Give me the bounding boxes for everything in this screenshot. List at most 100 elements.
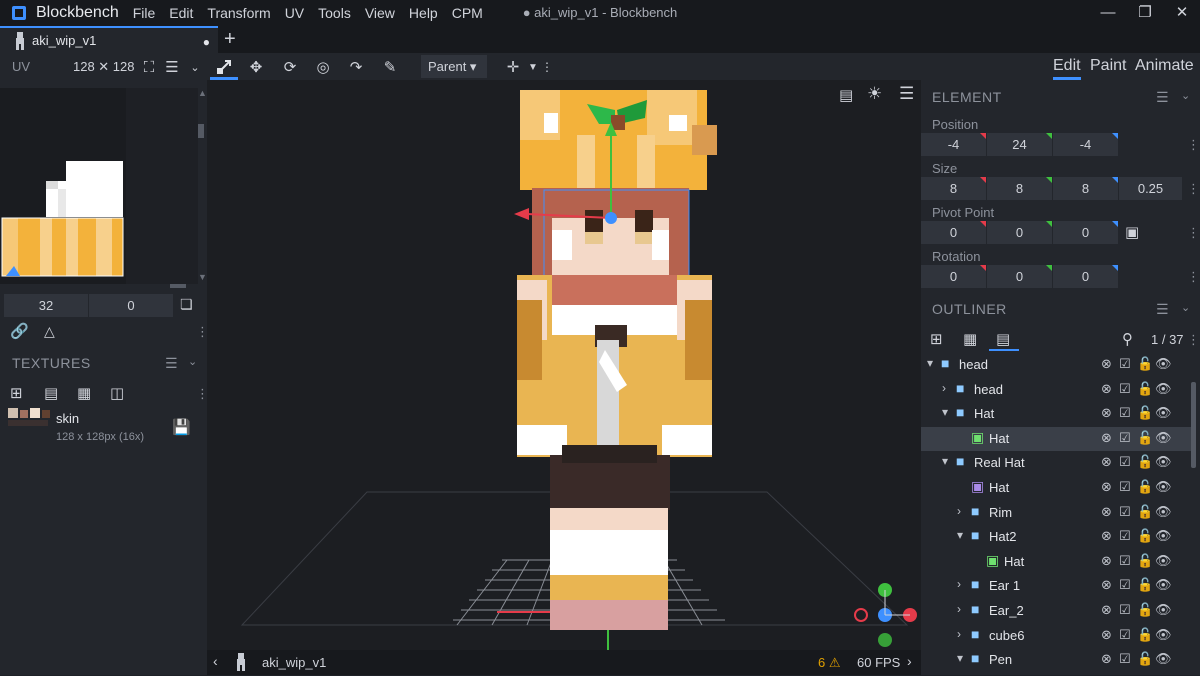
lock-icon[interactable]: 🔓 [1137, 430, 1153, 446]
mirror-icon[interactable]: △ [44, 323, 55, 340]
export-toggle-icon[interactable]: ⊗ [1101, 627, 1112, 643]
menu-file[interactable]: File [133, 5, 156, 21]
add-cube-icon[interactable]: ⊞ [930, 330, 943, 348]
export-toggle-icon[interactable]: ⊗ [1101, 553, 1112, 569]
menu-transform[interactable]: Transform [207, 5, 270, 21]
eye-icon[interactable]: 👁 [1155, 528, 1172, 544]
visibility-check-icon[interactable]: ☑ [1119, 430, 1131, 446]
uv-editor-canvas[interactable] [0, 88, 126, 284]
texture-thumbnail[interactable] [8, 408, 52, 428]
mode-paint[interactable]: Paint [1090, 57, 1126, 75]
add-group-icon[interactable]: ▦ [963, 330, 977, 348]
eye-icon[interactable]: 👁 [1155, 651, 1172, 667]
expand-icon[interactable]: › [957, 602, 961, 616]
menu-edit[interactable]: Edit [169, 5, 193, 21]
new-tab-button[interactable]: + [224, 28, 236, 51]
pivot-icon[interactable]: ◎ [313, 57, 333, 77]
folder-add-icon[interactable]: ▦ [77, 384, 91, 402]
collapse-icon[interactable]: ▾ [957, 528, 963, 542]
export-toggle-icon[interactable]: ⊗ [1101, 479, 1112, 495]
more-dots-icon[interactable]: ⋮ [1187, 225, 1200, 241]
translate-icon[interactable]: ✥ [246, 57, 266, 77]
chevron-down-icon[interactable]: ⌄ [188, 355, 197, 368]
size-x-input[interactable]: 8 [921, 177, 986, 200]
outliner-row[interactable]: ▾ ■ Pen ⊗ ☑ 🔓 👁 [921, 648, 1191, 672]
visibility-check-icon[interactable]: ☑ [1119, 479, 1131, 495]
export-toggle-icon[interactable]: ⊗ [1101, 430, 1112, 446]
scroll-down-icon[interactable]: ▼ [198, 272, 207, 282]
size-z-input[interactable]: 8 [1053, 177, 1118, 200]
copy-icon[interactable]: ❏ [180, 296, 193, 313]
mode-animate[interactable]: Animate [1135, 57, 1194, 75]
fullscreen-icon[interactable]: ⛶ [139, 57, 159, 77]
outliner-scrollbar[interactable] [1191, 382, 1196, 468]
rotation-x-input[interactable]: 0 [921, 265, 986, 288]
project-tab[interactable]: aki_wip_v1 ● [0, 26, 218, 53]
visibility-check-icon[interactable]: ☑ [1119, 651, 1131, 667]
3d-viewport[interactable]: ▤ ☀ ☰ [207, 80, 921, 650]
export-toggle-icon[interactable]: ⊗ [1101, 405, 1112, 421]
uv-horizontal-scrollbar[interactable] [170, 284, 186, 288]
panel-menu-icon[interactable]: ☰ [165, 355, 178, 372]
outliner-row[interactable]: ▣ Hat ⊗ ☑ 🔓 👁 [921, 427, 1191, 451]
lock-icon[interactable]: 🔓 [1137, 528, 1153, 544]
lock-icon[interactable]: 🔓 [1137, 627, 1153, 643]
move-tool-icon[interactable] [214, 57, 234, 77]
outliner-row[interactable]: ▣ Hat ⊗ ☑ 🔓 👁 [921, 550, 1191, 574]
chevron-right-icon[interactable]: › [907, 653, 912, 669]
lock-icon[interactable]: 🔓 [1137, 553, 1153, 569]
vertex-snap-icon[interactable]: ↷ [346, 57, 366, 77]
eye-icon[interactable]: 👁 [1155, 602, 1172, 618]
transform-space-select[interactable]: Parent ▾ [421, 55, 487, 78]
viewport-menu-icon[interactable]: ☰ [899, 84, 914, 104]
uv-offset-y-input[interactable]: 0 [89, 294, 173, 317]
texture-name[interactable]: skin [56, 411, 79, 426]
inflate-input[interactable]: 0.25 [1119, 177, 1182, 200]
chevron-down-icon[interactable]: ⌄ [1181, 89, 1190, 102]
search-icon[interactable]: ⚲ [1122, 330, 1133, 348]
eye-icon[interactable]: 👁 [1155, 504, 1172, 520]
visibility-check-icon[interactable]: ☑ [1119, 528, 1131, 544]
panel-menu-icon[interactable]: ☰ [1156, 89, 1169, 106]
expand-icon[interactable]: › [957, 577, 961, 591]
outliner-row[interactable]: ▾ ■ Real Hat ⊗ ☑ 🔓 👁 [921, 451, 1191, 475]
more-dots-icon[interactable]: ⋮ [1187, 269, 1200, 285]
outliner-view-icon[interactable]: ▤ [996, 330, 1010, 348]
menu-tools[interactable]: Tools [318, 5, 351, 21]
chevron-down-icon[interactable]: ⌄ [1181, 301, 1190, 314]
visibility-check-icon[interactable]: ☑ [1119, 504, 1131, 520]
visibility-check-icon[interactable]: ☑ [1119, 602, 1131, 618]
grid-add-icon[interactable]: ◫ [110, 384, 124, 402]
position-x-input[interactable]: -4 [921, 133, 986, 156]
eye-icon[interactable]: 👁 [1155, 454, 1172, 470]
collapse-icon[interactable]: ▾ [942, 454, 948, 468]
lock-icon[interactable]: 🔓 [1137, 504, 1153, 520]
pivot-z-input[interactable]: 0 [1053, 221, 1118, 244]
expand-icon[interactable]: › [942, 381, 946, 395]
pivot-x-input[interactable]: 0 [921, 221, 986, 244]
uv-vertical-scrollbar[interactable] [198, 124, 204, 138]
export-toggle-icon[interactable]: ⊗ [1101, 381, 1112, 397]
expand-icon[interactable]: › [957, 504, 961, 518]
export-toggle-icon[interactable]: ⊗ [1101, 454, 1112, 470]
visibility-check-icon[interactable]: ☑ [1119, 454, 1131, 470]
pivot-y-input[interactable]: 0 [987, 221, 1052, 244]
position-z-input[interactable]: -4 [1053, 133, 1118, 156]
outliner-row[interactable]: ▾ ■ Hat2 ⊗ ☑ 🔓 👁 [921, 525, 1191, 549]
size-y-input[interactable]: 8 [987, 177, 1052, 200]
visibility-check-icon[interactable]: ☑ [1119, 356, 1131, 372]
more-dots-icon[interactable]: ⋮ [537, 57, 557, 77]
lock-icon[interactable]: 🔓 [1137, 479, 1153, 495]
lock-icon[interactable]: 🔓 [1137, 602, 1153, 618]
outliner-row[interactable]: › ■ head ⊗ ☑ 🔓 👁 [921, 378, 1191, 402]
collapse-icon[interactable]: ▾ [957, 651, 963, 665]
outliner-row[interactable]: › ■ cube6 ⊗ ☑ 🔓 👁 [921, 624, 1191, 648]
rotate-icon[interactable]: ⟳ [280, 57, 300, 77]
outliner-row[interactable]: › ■ Ear_2 ⊗ ☑ 🔓 👁 [921, 599, 1191, 623]
lock-icon[interactable]: 🔓 [1137, 405, 1153, 421]
rotation-y-input[interactable]: 0 [987, 265, 1052, 288]
uv-offset-x-input[interactable]: 32 [4, 294, 88, 317]
menu-view[interactable]: View [365, 5, 395, 21]
visibility-check-icon[interactable]: ☑ [1119, 405, 1131, 421]
export-toggle-icon[interactable]: ⊗ [1101, 504, 1112, 520]
